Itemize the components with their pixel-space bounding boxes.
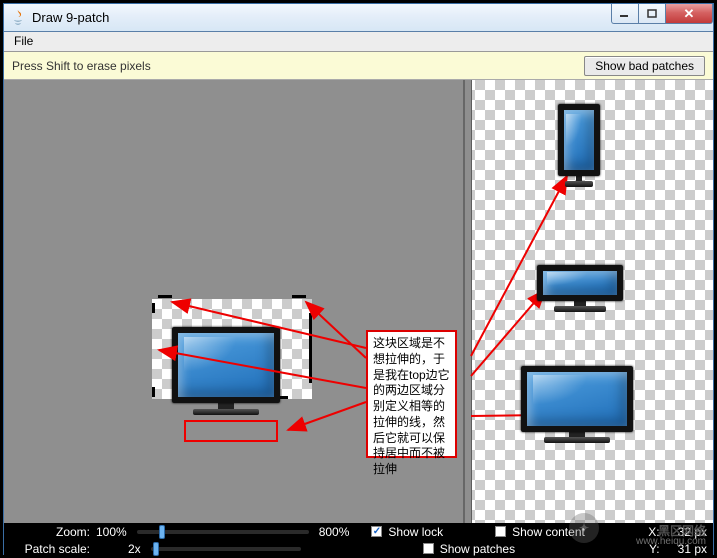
x-value: 32 px — [678, 525, 707, 539]
menubar: File — [4, 32, 713, 52]
y-label: Y: — [649, 542, 660, 556]
left-marker[interactable] — [152, 303, 155, 313]
menu-file[interactable]: File — [10, 32, 37, 50]
patch-scale-slider[interactable] — [151, 547, 301, 551]
toolbar: Press Shift to erase pixels Show bad pat… — [4, 52, 713, 80]
java-icon — [10, 10, 26, 26]
show-content-checkbox[interactable] — [495, 526, 506, 537]
preview-panel[interactable] — [465, 80, 713, 523]
titlebar: Draw 9-patch ✕ — [4, 4, 713, 32]
status-bar: Zoom: 100% 800% Show lock Show content X… — [4, 523, 713, 557]
zoom-slider[interactable] — [137, 530, 309, 534]
minimize-button[interactable] — [611, 4, 639, 24]
show-lock-label: Show lock — [388, 525, 443, 539]
highlight-box — [184, 420, 278, 442]
source-image — [172, 327, 280, 415]
preview-image — [558, 104, 600, 187]
show-patches-checkbox[interactable] — [423, 543, 434, 554]
zoom-max: 800% — [319, 525, 350, 539]
watermark-icon: ✦ — [569, 513, 599, 543]
show-patches-label: Show patches — [440, 542, 515, 556]
left-marker[interactable] — [152, 387, 155, 397]
maximize-button[interactable] — [638, 4, 666, 24]
patch-scale-label: Patch scale: — [10, 542, 90, 556]
patch-scale-value: 2x — [128, 542, 141, 556]
x-label: X: — [648, 525, 659, 539]
close-button[interactable]: ✕ — [665, 4, 713, 24]
editor-panel[interactable]: 这块区域是不想拉伸的，于是我在top边它的两边区域分别定义相等的拉伸的线，然后它… — [4, 80, 465, 523]
preview-image — [521, 366, 633, 443]
top-marker[interactable] — [292, 295, 306, 298]
workspace: 这块区域是不想拉伸的，于是我在top边它的两边区域分别定义相等的拉伸的线，然后它… — [4, 80, 713, 523]
top-marker[interactable] — [158, 295, 172, 298]
hint-text: Press Shift to erase pixels — [12, 59, 584, 73]
show-lock-checkbox[interactable] — [371, 526, 382, 537]
show-bad-patches-button[interactable]: Show bad patches — [584, 56, 705, 76]
annotation-callout: 这块区域是不想拉伸的，于是我在top边它的两边区域分别定义相等的拉伸的线，然后它… — [366, 330, 457, 458]
preview-image — [537, 265, 623, 312]
right-marker[interactable] — [309, 313, 312, 383]
y-value: 31 px — [678, 542, 707, 556]
zoom-value: 100% — [96, 525, 127, 539]
annotation-text: 这块区域是不想拉伸的，于是我在top边它的两边区域分别定义相等的拉伸的线，然后它… — [373, 336, 450, 476]
window-title: Draw 9-patch — [32, 10, 612, 25]
zoom-label: Zoom: — [10, 525, 90, 539]
